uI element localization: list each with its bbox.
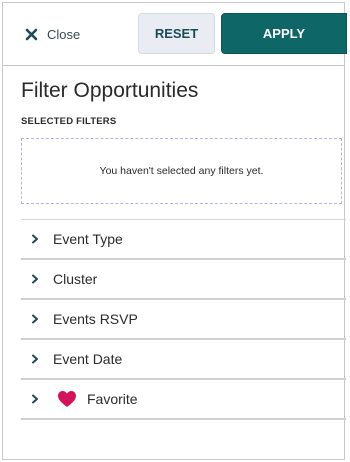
heart-icon [58, 391, 76, 407]
filter-item-label: Favorite [87, 391, 138, 407]
filter-item-event-date[interactable]: Event Date [21, 340, 346, 380]
chevron-right-icon [32, 274, 38, 284]
close-icon [25, 28, 38, 40]
chevron-right-icon [32, 394, 38, 404]
chevron-right-icon [32, 314, 38, 324]
page-title: Filter Opportunities [21, 79, 199, 102]
reset-button[interactable]: RESET [138, 13, 215, 54]
chevron-right-icon [32, 354, 38, 364]
empty-filters-message: You haven't selected any filters yet. [99, 165, 264, 177]
filter-item-label: Event Type [53, 231, 123, 247]
selected-filters-heading: SELECTED FILTERS [21, 116, 117, 127]
filter-panel: Close RESET APPLY Filter Opportunities S… [2, 2, 347, 460]
filter-item-label: Events RSVP [53, 311, 138, 327]
filter-item-events-rsvp[interactable]: Events RSVP [21, 300, 346, 340]
close-label: Close [47, 26, 81, 42]
selected-filters-box: You haven't selected any filters yet. [21, 138, 342, 204]
filter-item-label: Cluster [53, 271, 98, 287]
filter-item-favorite[interactable]: Favorite [21, 380, 346, 420]
apply-button[interactable]: APPLY [221, 13, 347, 54]
filter-header: Close RESET APPLY [3, 3, 347, 65]
filter-item-cluster[interactable]: Cluster [21, 260, 346, 300]
chevron-right-icon [32, 234, 38, 244]
filter-item-label: Event Date [53, 351, 123, 367]
filter-list: Event Type Cluster Events RSVP Event Dat… [21, 219, 346, 420]
header-divider [3, 65, 344, 66]
filter-item-event-type[interactable]: Event Type [21, 220, 346, 260]
close-button[interactable]: Close [25, 23, 80, 45]
